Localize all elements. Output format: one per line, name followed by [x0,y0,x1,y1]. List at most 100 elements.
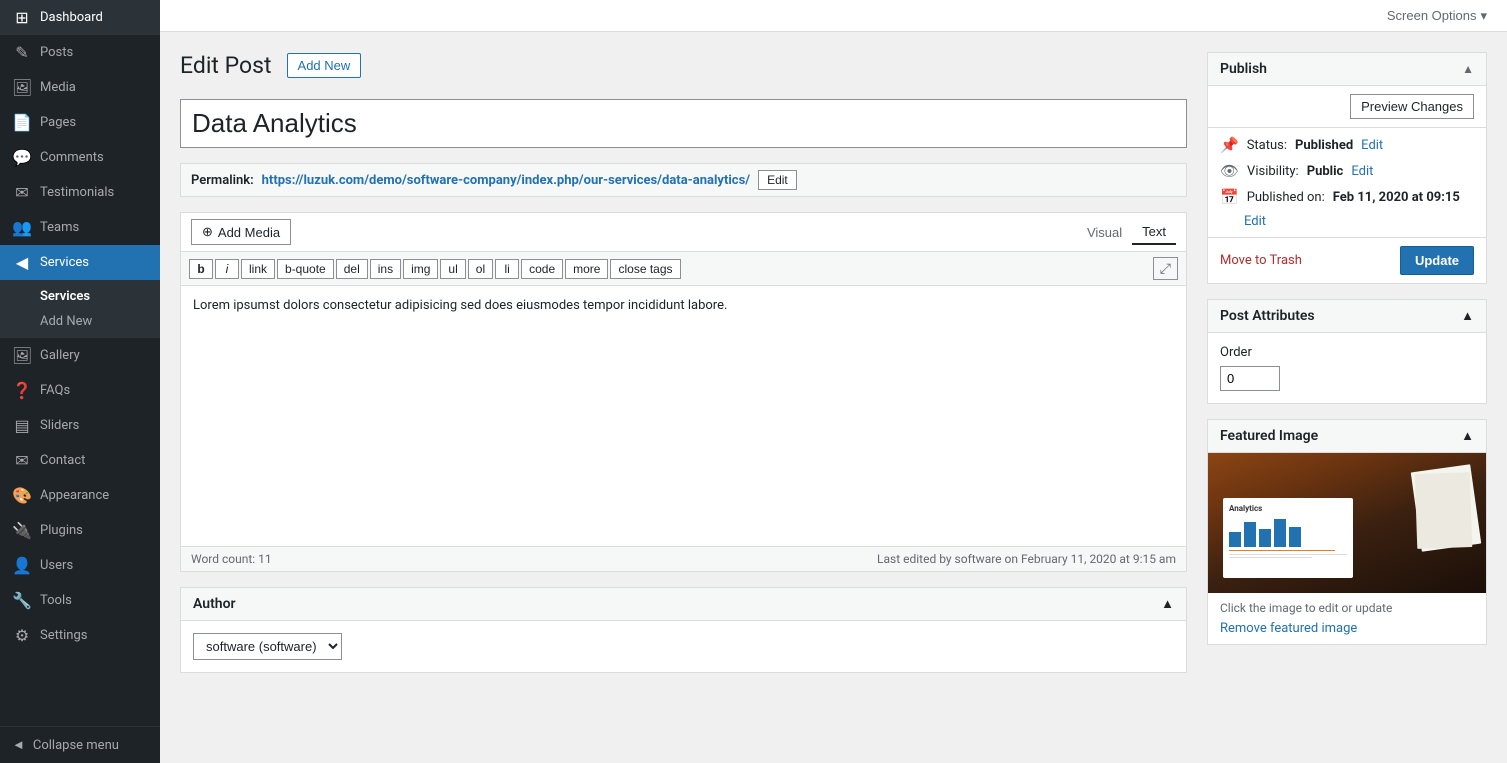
sidebar-item-label: Media [40,80,76,95]
featured-image-footer: Click the image to edit or update Remove… [1208,593,1486,644]
permalink-slug: data-analytics/ [662,173,750,188]
author-select[interactable]: software (software) [193,633,342,660]
sidebar-item-sliders[interactable]: ▤ Sliders [0,408,160,443]
sidebar-sub-services[interactable]: Services [0,284,160,309]
move-to-trash-link[interactable]: Move to Trash [1220,253,1302,268]
last-edited: Last edited by software on February 11, … [877,552,1176,566]
format-code-button[interactable]: code [521,259,563,279]
permalink-label: Permalink: [191,173,254,188]
sidebar-item-plugins[interactable]: 🔌 Plugins [0,513,160,548]
add-new-button[interactable]: Add New [287,53,362,78]
format-closetags-button[interactable]: close tags [610,259,680,279]
faqs-icon: ❓ [12,381,32,400]
expand-editor-button[interactable]: ⤢ [1153,257,1178,280]
sidebar-item-settings[interactable]: ⚙ Settings [0,618,160,653]
author-box-header[interactable]: Author ▲ [181,588,1186,621]
dashboard-icon: ⊞ [12,8,32,27]
sidebar-item-label: Comments [40,150,104,165]
format-bold-button[interactable]: b [189,259,213,279]
left-column: Edit Post Add New Permalink: https://luz… [180,52,1187,743]
text-tab[interactable]: Text [1132,220,1176,245]
sidebar-item-label: Tools [40,593,72,608]
add-media-label: Add Media [218,225,280,240]
collapse-menu-button[interactable]: ◄ Collapse menu [0,726,160,763]
sidebar-item-pages[interactable]: 📄 Pages [0,105,160,140]
sliders-icon: ▤ [12,416,32,435]
published-date-edit-link[interactable]: Edit [1244,214,1266,229]
format-ins-button[interactable]: ins [370,259,401,279]
edit-permalink-button[interactable]: Edit [758,170,797,190]
status-icon: 📌 [1220,136,1239,154]
author-meta-box: Author ▲ software (software) [180,587,1187,673]
sidebar-item-tools[interactable]: 🔧 Tools [0,583,160,618]
editor-view-tabs: Visual Text [1077,220,1176,245]
status-label: Status: [1247,138,1287,153]
click-to-edit-text: Click the image to edit or update [1220,601,1474,615]
settings-icon: ⚙ [12,626,32,645]
featured-image-box: Featured Image ▲ Analytics [1207,419,1487,645]
sidebar-item-comments[interactable]: 💬 Comments [0,140,160,175]
editor-box: ⊕ Add Media Visual Text b i link b-quote… [180,212,1187,572]
status-value: Published [1295,138,1353,153]
remove-featured-image-link[interactable]: Remove featured image [1220,621,1357,636]
status-edit-link[interactable]: Edit [1361,138,1383,153]
publish-visibility-row: 👁 Visibility: Public Edit [1220,162,1474,180]
sidebar-sub-add-new[interactable]: Add New [0,309,160,334]
published-date-edit-row: Edit [1220,214,1474,229]
visual-tab[interactable]: Visual [1077,220,1132,245]
editor-footer: Word count: 11 Last edited by software o… [181,546,1186,571]
right-column: Publish ▲ Preview Changes 📌 Status: Publ… [1207,52,1487,743]
featured-image-preview[interactable]: Analytics [1208,453,1486,593]
post-title-input[interactable] [180,99,1187,148]
permalink-url[interactable]: https://luzuk.com/demo/software-company/… [262,173,750,188]
sidebar-item-label: Contact [40,453,85,468]
add-media-icon: ⊕ [202,224,213,240]
order-input[interactable] [1220,366,1280,391]
format-bquote-button[interactable]: b-quote [277,259,334,279]
pages-icon: 📄 [12,113,32,132]
editor-content[interactable]: Lorem ipsumst dolors consectetur adipisi… [181,286,1186,546]
sidebar-item-appearance[interactable]: 🎨 Appearance [0,478,160,513]
add-media-button[interactable]: ⊕ Add Media [191,219,291,245]
author-box-title: Author [193,596,236,612]
sidebar-item-label: Teams [40,220,79,235]
format-ul-button[interactable]: ul [440,259,465,279]
visibility-edit-link[interactable]: Edit [1351,164,1373,179]
published-label: Published on: [1247,190,1325,205]
sidebar-item-users[interactable]: 👤 Users [0,548,160,583]
format-italic-button[interactable]: i [215,259,239,279]
format-del-button[interactable]: del [336,259,368,279]
sidebar-item-gallery[interactable]: 🖼 Gallery [0,338,160,373]
format-more-button[interactable]: more [565,259,608,279]
format-img-button[interactable]: img [403,259,438,279]
testimonials-icon: ✉ [12,183,32,202]
published-value: Feb 11, 2020 at 09:15 [1333,190,1460,205]
sidebar-item-media[interactable]: 🖼 Media [0,70,160,105]
format-li-button[interactable]: li [495,259,519,279]
format-ol-button[interactable]: ol [468,259,493,279]
collapse-icon: ◄ [12,737,25,753]
publish-collapse-icon[interactable]: ▲ [1462,62,1474,76]
sidebar-item-label: Sliders [40,418,79,433]
content-area: Edit Post Add New Permalink: https://luz… [160,32,1507,763]
preview-changes-button[interactable]: Preview Changes [1350,94,1474,119]
sidebar-item-label: Plugins [40,523,83,538]
screen-options-button[interactable]: Screen Options ▾ [1387,8,1487,24]
sidebar-item-contact[interactable]: ✉ Contact [0,443,160,478]
format-link-button[interactable]: link [241,259,275,279]
sidebar-item-testimonials[interactable]: ✉ Testimonials [0,175,160,210]
featured-image-header[interactable]: Featured Image ▲ [1208,420,1486,453]
sidebar-item-label: Posts [40,45,73,60]
sidebar-item-dashboard[interactable]: ⊞ Dashboard [0,0,160,35]
services-icon: ◀ [12,253,32,272]
sidebar-item-label: Services [40,255,89,270]
sidebar-item-faqs[interactable]: ❓ FAQs [0,373,160,408]
post-attributes-header[interactable]: Post Attributes ▲ [1208,300,1486,333]
update-button[interactable]: Update [1400,246,1474,275]
publish-actions: Preview Changes [1208,86,1486,128]
sidebar-item-teams[interactable]: 👥 Teams [0,210,160,245]
visibility-icon: 👁 [1220,162,1239,180]
plugins-icon: 🔌 [12,521,32,540]
sidebar-item-posts[interactable]: ✎ Posts [0,35,160,70]
sidebar-item-services[interactable]: ◀ Services [0,245,160,280]
